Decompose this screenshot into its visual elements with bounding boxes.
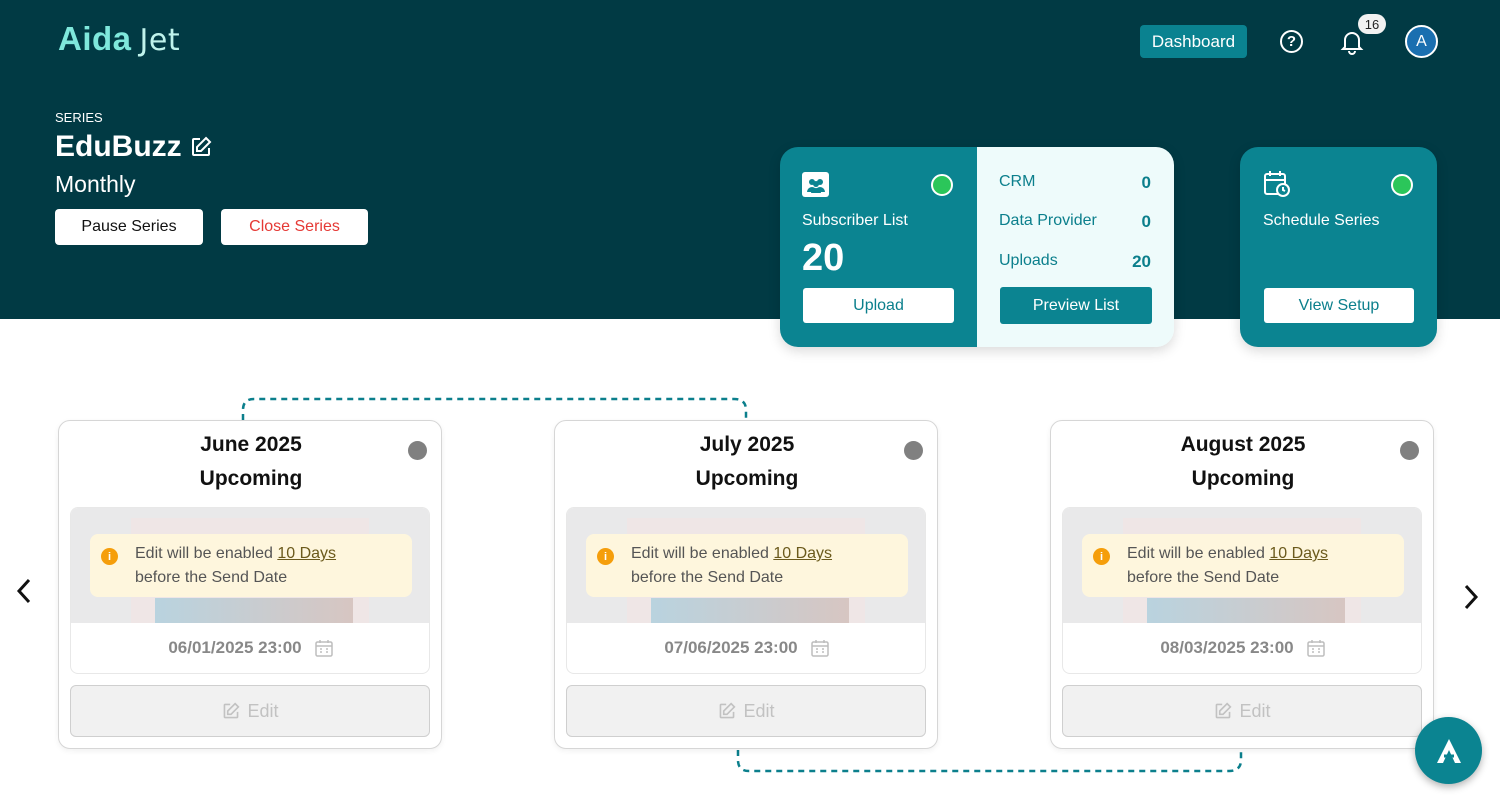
stat-label: CRM — [999, 173, 1036, 190]
subscriber-card: Subscriber List 20 Upload CRM 0 Data Pro… — [780, 147, 1174, 347]
month-status: Upcoming — [695, 467, 799, 490]
send-date-text: 07/06/2025 23:00 — [664, 638, 798, 657]
notice-text: Edit will be enabled 10 Days before the … — [631, 542, 832, 590]
edit-button[interactable]: Edit — [1062, 685, 1422, 737]
edit-notice: i Edit will be enabled 10 Days before th… — [1082, 534, 1404, 597]
help-icon[interactable]: ? — [1280, 30, 1303, 53]
calendar-clock-icon — [1264, 171, 1290, 197]
notification-badge: 16 — [1358, 14, 1386, 34]
month-card: June 2025 Upcoming i Edit will be enable… — [58, 420, 442, 749]
info-icon: i — [597, 548, 614, 565]
timeline-connector-top — [241, 397, 748, 420]
edit-label: Edit — [247, 700, 279, 721]
calendar-icon[interactable] — [314, 638, 334, 658]
notice-suffix: before the Send Date — [1127, 569, 1280, 586]
status-indicator — [1400, 441, 1419, 460]
notice-suffix: before the Send Date — [135, 569, 288, 586]
notice-text: Edit will be enabled 10 Days before the … — [135, 542, 336, 590]
month-card: August 2025 Upcoming i Edit will be enab… — [1050, 420, 1434, 749]
notice-text: Edit will be enabled 10 Days before the … — [1127, 542, 1328, 590]
edit-icon — [224, 702, 241, 719]
series-title: EduBuzz — [55, 130, 212, 164]
app-logo[interactable]: Aida Jet — [58, 20, 180, 58]
edit-icon[interactable] — [190, 136, 212, 158]
view-setup-button[interactable]: View Setup — [1264, 288, 1414, 323]
users-icon — [802, 172, 829, 197]
notice-link[interactable]: 10 Days — [1269, 545, 1328, 562]
stat-label: Data Provider — [999, 212, 1097, 229]
email-preview[interactable]: i Edit will be enabled 10 Days before th… — [1062, 507, 1422, 674]
schedule-card: Schedule Series View Setup — [1240, 147, 1437, 347]
stat-data-provider: Data Provider 0 — [999, 212, 1151, 232]
send-date: 06/01/2025 23:00 — [71, 623, 429, 673]
status-indicator — [931, 174, 953, 196]
stat-value: 0 — [1141, 212, 1151, 231]
notice-prefix: Edit will be enabled — [631, 545, 769, 562]
stat-uploads: Uploads 20 — [999, 252, 1151, 272]
month-card: July 2025 Upcoming i Edit will be enable… — [554, 420, 938, 749]
notice-prefix: Edit will be enabled — [135, 545, 273, 562]
calendar-icon[interactable] — [810, 638, 830, 658]
avatar[interactable]: A — [1405, 25, 1438, 58]
month-status: Upcoming — [1191, 467, 1295, 490]
logo-secondary-text: Jet — [139, 23, 181, 58]
subscriber-summary: Subscriber List 20 Upload — [780, 147, 977, 347]
edit-button[interactable]: Edit — [566, 685, 926, 737]
stat-value: 0 — [1141, 173, 1151, 192]
stat-label: Uploads — [999, 252, 1058, 269]
dashboard-button[interactable]: Dashboard — [1140, 25, 1247, 58]
series-name-text: EduBuzz — [55, 130, 182, 163]
edit-button[interactable]: Edit — [70, 685, 430, 737]
month-title: July 2025 — [699, 433, 795, 456]
series-label: SERIES — [55, 110, 103, 125]
edit-label: Edit — [743, 700, 775, 721]
info-icon: i — [101, 548, 118, 565]
send-date-text: 08/03/2025 23:00 — [1160, 638, 1294, 657]
status-indicator — [408, 441, 427, 460]
aida-logo-icon — [1436, 738, 1461, 763]
send-date: 08/03/2025 23:00 — [1063, 623, 1421, 673]
edit-icon — [1216, 702, 1233, 719]
calendar-icon[interactable] — [1306, 638, 1326, 658]
pause-series-button[interactable]: Pause Series — [55, 209, 203, 245]
month-status: Upcoming — [199, 467, 303, 490]
stat-value: 20 — [1132, 252, 1151, 271]
stat-crm: CRM 0 — [999, 173, 1151, 193]
close-series-button[interactable]: Close Series — [221, 209, 368, 245]
series-frequency: Monthly — [55, 171, 136, 197]
email-preview[interactable]: i Edit will be enabled 10 Days before th… — [70, 507, 430, 674]
status-indicator — [1391, 174, 1413, 196]
chevron-left-icon[interactable] — [14, 576, 34, 614]
assistant-fab-button[interactable] — [1415, 717, 1482, 784]
send-date: 07/06/2025 23:00 — [567, 623, 925, 673]
notice-suffix: before the Send Date — [631, 569, 784, 586]
upload-button[interactable]: Upload — [803, 288, 954, 323]
subscriber-list-title: Subscriber List — [802, 212, 908, 229]
edit-notice: i Edit will be enabled 10 Days before th… — [586, 534, 908, 597]
preview-list-button[interactable]: Preview List — [1000, 287, 1152, 324]
subscriber-count: 20 — [802, 237, 845, 279]
edit-icon — [720, 702, 737, 719]
notice-prefix: Edit will be enabled — [1127, 545, 1265, 562]
email-preview[interactable]: i Edit will be enabled 10 Days before th… — [566, 507, 926, 674]
edit-label: Edit — [1239, 700, 1271, 721]
timeline-connector-bottom — [736, 750, 1243, 773]
notice-link[interactable]: 10 Days — [773, 545, 832, 562]
edit-notice: i Edit will be enabled 10 Days before th… — [90, 534, 412, 597]
notice-link[interactable]: 10 Days — [277, 545, 336, 562]
logo-primary-text: Aida — [58, 20, 132, 57]
status-indicator — [904, 441, 923, 460]
month-title: June 2025 — [200, 433, 302, 456]
chevron-right-icon[interactable] — [1461, 582, 1481, 620]
send-date-text: 06/01/2025 23:00 — [168, 638, 302, 657]
schedule-series-title: Schedule Series — [1263, 212, 1380, 229]
subscriber-stats: CRM 0 Data Provider 0 Uploads 20 Preview… — [977, 147, 1174, 347]
info-icon: i — [1093, 548, 1110, 565]
month-title: August 2025 — [1180, 433, 1306, 456]
